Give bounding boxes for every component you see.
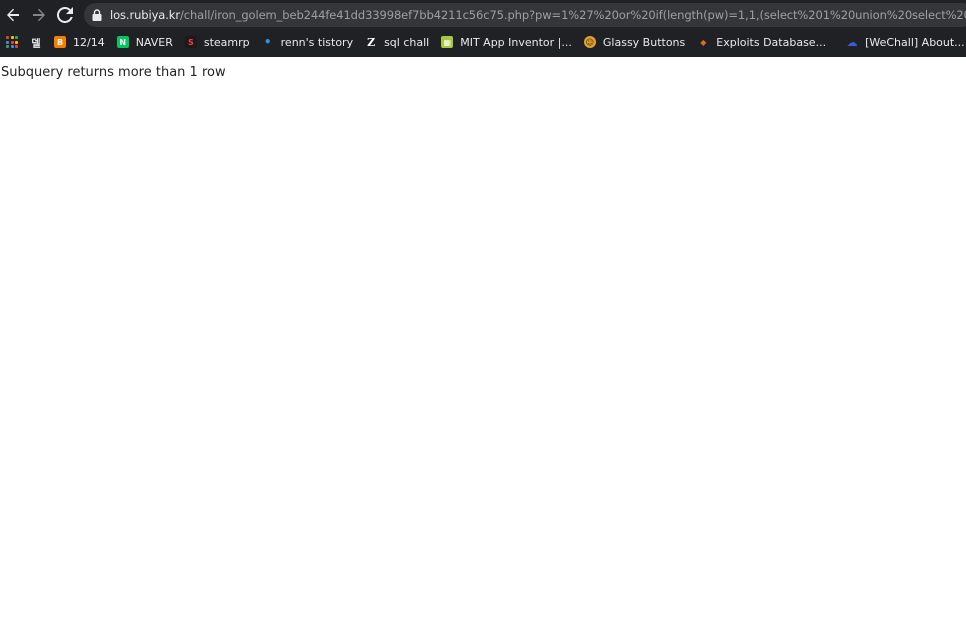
bookmark-label: renn's tistory: [280, 35, 354, 49]
reload-button[interactable]: [54, 4, 76, 26]
apps-grid-icon: [6, 36, 18, 48]
bookmark-label: sql chall: [384, 35, 430, 49]
blogger-icon: B: [54, 36, 66, 48]
page-content: Subquery returns more than 1 row: [0, 57, 966, 88]
bookmark-steamrp[interactable]: Ssteamrp: [179, 32, 256, 52]
lock-icon[interactable]: [92, 8, 102, 22]
reload-icon: [57, 7, 73, 23]
z-icon: Z: [365, 35, 378, 49]
steamrp-icon: S: [184, 36, 197, 48]
bookmark-renn-s-tistory[interactable]: • renn's tistory: [256, 32, 359, 52]
bookmark-label: NAVER: [135, 35, 173, 49]
bookmark-label: 12/14: [73, 35, 105, 49]
bookmark-apps-grid[interactable]: [0, 32, 24, 52]
bookmark-wechall-about[interactable]: ☁ [WeChall] About...: [840, 32, 966, 52]
arrow-right-icon: [33, 8, 45, 22]
browser-chrome: los.rubiya.kr/chall/iron_golem_beb244fe4…: [0, 0, 966, 57]
bookmark-label: [WeChall] About...: [865, 35, 965, 49]
app-inventor-icon: ▦: [441, 36, 454, 48]
bookmark-mit-app-inventor[interactable]: ▦ MIT App Inventor |...: [435, 32, 578, 52]
address-bar[interactable]: los.rubiya.kr/chall/iron_golem_beb244fe4…: [84, 3, 966, 27]
exploit-db-icon: ◆: [700, 37, 707, 47]
bookmark-glassy-buttons[interactable]: ☺ Glassy Buttons: [578, 32, 691, 52]
url-path: /chall/iron_golem_beb244fe41dd33998ef7bb…: [180, 8, 966, 22]
forward-button[interactable]: [28, 4, 50, 26]
url-host: los.rubiya.kr: [110, 8, 180, 22]
bookmark-label: Exploits Database...: [716, 35, 827, 49]
error-message: Subquery returns more than 1 row: [1, 65, 226, 80]
bookmarks-bar: 델 B 12/14 N NAVER Ssteamrp • renn's tistory Zsql…: [0, 31, 966, 53]
wechall-icon: ☁: [846, 35, 858, 49]
browser-toolbar: los.rubiya.kr/chall/iron_golem_beb244fe4…: [0, 0, 966, 30]
korean-char-icon: 델: [31, 38, 41, 50]
bookmark-exploits-database[interactable]: ◆ Exploits Database...: [691, 32, 832, 52]
url-text: los.rubiya.kr/chall/iron_golem_beb244fe4…: [110, 8, 966, 22]
bookmark-label: MIT App Inventor |...: [460, 35, 572, 49]
tistory-icon: •: [263, 35, 272, 49]
bookmark-label: steamrp: [203, 35, 250, 49]
back-button[interactable]: [2, 4, 24, 26]
bookmark-12-14[interactable]: B 12/14: [48, 32, 111, 52]
bookmark-korean-char[interactable]: 델: [24, 32, 48, 52]
bookmark-label: Glassy Buttons: [602, 35, 686, 49]
arrow-left-icon: [7, 8, 19, 22]
bookmark-naver[interactable]: N NAVER: [111, 32, 179, 52]
bookmark-sql-chall[interactable]: Zsql chall: [359, 32, 435, 52]
glassy-buttons-icon: ☺: [583, 36, 596, 48]
naver-icon: N: [116, 36, 129, 48]
